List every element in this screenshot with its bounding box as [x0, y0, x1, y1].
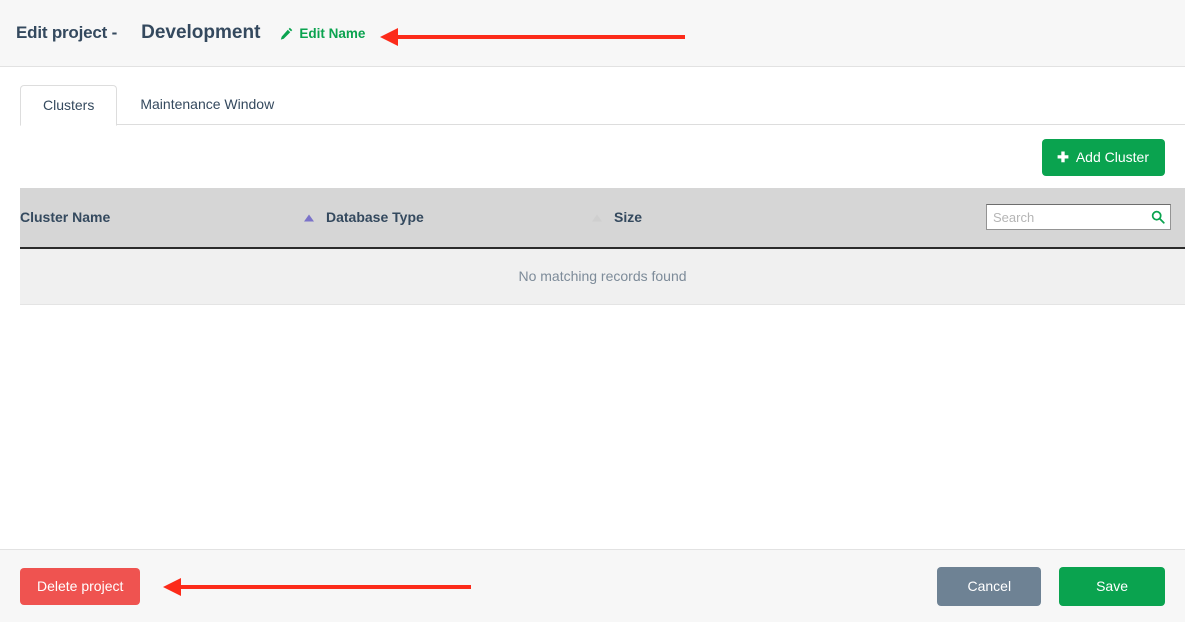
column-label-cluster-name: Cluster Name: [20, 209, 111, 225]
table-empty-row: No matching records found: [20, 248, 1185, 305]
cluster-table: Cluster Name Database Type Size Search N…: [20, 188, 1185, 305]
delete-project-button[interactable]: Delete project: [20, 567, 141, 605]
table-header-row: Cluster Name Database Type Size: [20, 188, 1185, 249]
page-header: Edit project - Development Edit Name: [0, 0, 1185, 67]
column-header-size[interactable]: Size: [614, 188, 944, 249]
search-box: [986, 204, 1171, 230]
table-body: No matching records found: [20, 248, 1185, 305]
plus-icon: ✚: [1057, 149, 1069, 165]
empty-message: No matching records found: [20, 248, 1185, 305]
project-name: Development: [141, 22, 261, 43]
toolbar: ✚ Add Cluster: [0, 125, 1185, 188]
column-header-search: [944, 188, 1185, 249]
tab-clusters[interactable]: Clusters: [20, 85, 118, 126]
table-head: Cluster Name Database Type Size: [20, 188, 1185, 249]
tab-maintenance-window[interactable]: Maintenance Window: [117, 84, 297, 125]
column-header-cluster-name[interactable]: Cluster Name: [20, 188, 326, 249]
add-cluster-button[interactable]: ✚ Add Cluster: [1042, 139, 1165, 176]
edit-name-link[interactable]: Edit Name: [280, 26, 365, 41]
add-cluster-label: Add Cluster: [1075, 149, 1149, 165]
cancel-button[interactable]: Cancel: [937, 566, 1042, 606]
edit-name-label: Edit Name: [299, 25, 366, 41]
page-footer: Delete project Cancel Save: [0, 549, 1185, 622]
search-input[interactable]: [986, 204, 1171, 230]
search-cell: [944, 204, 1185, 230]
tab-strip: Clusters Maintenance Window: [0, 67, 1185, 126]
column-label-size: Size: [614, 209, 643, 225]
footer-actions: Cancel Save: [937, 566, 1165, 606]
column-header-database-type[interactable]: Database Type: [326, 188, 614, 249]
sort-none-icon-database-type: [592, 214, 602, 221]
save-button[interactable]: Save: [1059, 566, 1165, 606]
pencil-icon: [280, 27, 293, 40]
sort-ascending-icon: [304, 214, 314, 221]
cluster-table-wrapper: Cluster Name Database Type Size Search N…: [20, 188, 1185, 305]
column-label-database-type: Database Type: [326, 209, 424, 225]
page-title-prefix: Edit project -: [16, 23, 118, 42]
